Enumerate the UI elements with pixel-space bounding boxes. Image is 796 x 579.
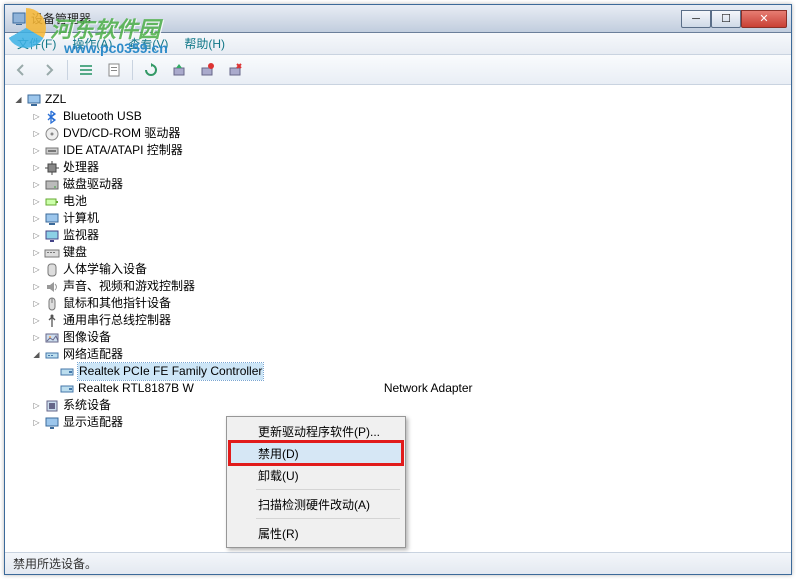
- expander-icon[interactable]: [31, 111, 42, 122]
- separator: [256, 518, 400, 519]
- menu-file[interactable]: 文件(F): [9, 33, 64, 54]
- sound-icon: [44, 279, 60, 295]
- expander-icon[interactable]: [31, 162, 42, 173]
- menubar: 文件(F) 操作(A) 查看(V) 帮助(H): [5, 33, 791, 55]
- window-title: 设备管理器: [31, 10, 681, 27]
- usb-icon: [44, 313, 60, 329]
- display-icon: [44, 415, 60, 431]
- tree-category-network[interactable]: 网络适配器: [9, 346, 787, 363]
- tree-category[interactable]: 计算机: [9, 210, 787, 227]
- tree-category[interactable]: IDE ATA/ATAPI 控制器: [9, 142, 787, 159]
- detail-button[interactable]: [76, 60, 96, 80]
- expander-icon[interactable]: [31, 298, 42, 309]
- tree-root[interactable]: ZZL: [9, 91, 787, 108]
- statusbar: 禁用所选设备。: [5, 552, 791, 574]
- separator: [256, 489, 400, 490]
- tree-category[interactable]: 电池: [9, 193, 787, 210]
- cpu-icon: [44, 160, 60, 176]
- minimize-button[interactable]: ─: [681, 10, 711, 28]
- disk-icon: [44, 177, 60, 193]
- nic-icon: [59, 364, 75, 380]
- hid-icon: [44, 262, 60, 278]
- menu-view[interactable]: 查看(V): [120, 33, 176, 54]
- expander-icon[interactable]: [31, 315, 42, 326]
- keyboard-icon: [44, 245, 60, 261]
- tree-category[interactable]: 人体学输入设备: [9, 261, 787, 278]
- disable-button[interactable]: [197, 60, 217, 80]
- app-icon: [11, 11, 27, 27]
- titlebar: 设备管理器 ─ ☐ ✕: [5, 5, 791, 33]
- tree-category[interactable]: 处理器: [9, 159, 787, 176]
- monitor-icon: [44, 228, 60, 244]
- expander-icon[interactable]: [31, 417, 42, 428]
- mouse-icon: [44, 296, 60, 312]
- tree-category[interactable]: 通用串行总线控制器: [9, 312, 787, 329]
- tree-category[interactable]: DVD/CD-ROM 驱动器: [9, 125, 787, 142]
- refresh-button[interactable]: [141, 60, 161, 80]
- expander-icon[interactable]: [31, 196, 42, 207]
- tree-category[interactable]: 图像设备: [9, 329, 787, 346]
- maximize-button[interactable]: ☐: [711, 10, 741, 28]
- tree-device-realtek-pcie[interactable]: Realtek PCIe FE Family Controller: [9, 363, 787, 380]
- bluetooth-icon: [44, 109, 60, 125]
- menu-action[interactable]: 操作(A): [64, 33, 120, 54]
- network-icon: [44, 347, 60, 363]
- image-icon: [44, 330, 60, 346]
- expander-icon[interactable]: [31, 179, 42, 190]
- ctx-disable[interactable]: 禁用(D): [230, 442, 402, 464]
- uninstall-button[interactable]: [225, 60, 245, 80]
- tree-category[interactable]: 系统设备: [9, 397, 787, 414]
- expander-icon[interactable]: [31, 247, 42, 258]
- forward-button[interactable]: [39, 60, 59, 80]
- expander-icon[interactable]: [31, 264, 42, 275]
- menu-help[interactable]: 帮助(H): [176, 33, 233, 54]
- computer-icon: [26, 92, 42, 108]
- expander-icon[interactable]: [31, 332, 42, 343]
- expander-icon[interactable]: [31, 281, 42, 292]
- context-menu: 更新驱动程序软件(P)... 禁用(D) 卸载(U) 扫描检测硬件改动(A) 属…: [226, 416, 406, 548]
- back-button[interactable]: [11, 60, 31, 80]
- tree-category[interactable]: Bluetooth USB: [9, 108, 787, 125]
- toolbar: [5, 55, 791, 85]
- ctx-update-driver[interactable]: 更新驱动程序软件(P)...: [230, 420, 402, 442]
- properties-button[interactable]: [104, 60, 124, 80]
- expander-icon[interactable]: [31, 230, 42, 241]
- expander-icon[interactable]: [13, 94, 24, 105]
- computer-icon: [44, 211, 60, 227]
- update-driver-button[interactable]: [169, 60, 189, 80]
- ctx-scan-hardware[interactable]: 扫描检测硬件改动(A): [230, 493, 402, 515]
- tree-category[interactable]: 鼠标和其他指针设备: [9, 295, 787, 312]
- ide-icon: [44, 143, 60, 159]
- status-text: 禁用所选设备。: [13, 555, 97, 572]
- system-icon: [44, 398, 60, 414]
- battery-icon: [44, 194, 60, 210]
- expander-icon[interactable]: [31, 145, 42, 156]
- expander-icon[interactable]: [31, 128, 42, 139]
- tree-category[interactable]: 监视器: [9, 227, 787, 244]
- tree-device-realtek-rtl8187b[interactable]: Realtek RTL8187B WNetwork Adapter: [9, 380, 787, 397]
- close-button[interactable]: ✕: [741, 10, 787, 28]
- tree-category[interactable]: 磁盘驱动器: [9, 176, 787, 193]
- ctx-uninstall[interactable]: 卸载(U): [230, 464, 402, 486]
- expander-icon[interactable]: [31, 213, 42, 224]
- disc-icon: [44, 126, 60, 142]
- tree-category[interactable]: 键盘: [9, 244, 787, 261]
- nic-icon: [59, 381, 75, 397]
- expander-icon[interactable]: [31, 400, 42, 411]
- expander-icon[interactable]: [31, 349, 42, 360]
- tree-category[interactable]: 声音、视频和游戏控制器: [9, 278, 787, 295]
- ctx-properties[interactable]: 属性(R): [230, 522, 402, 544]
